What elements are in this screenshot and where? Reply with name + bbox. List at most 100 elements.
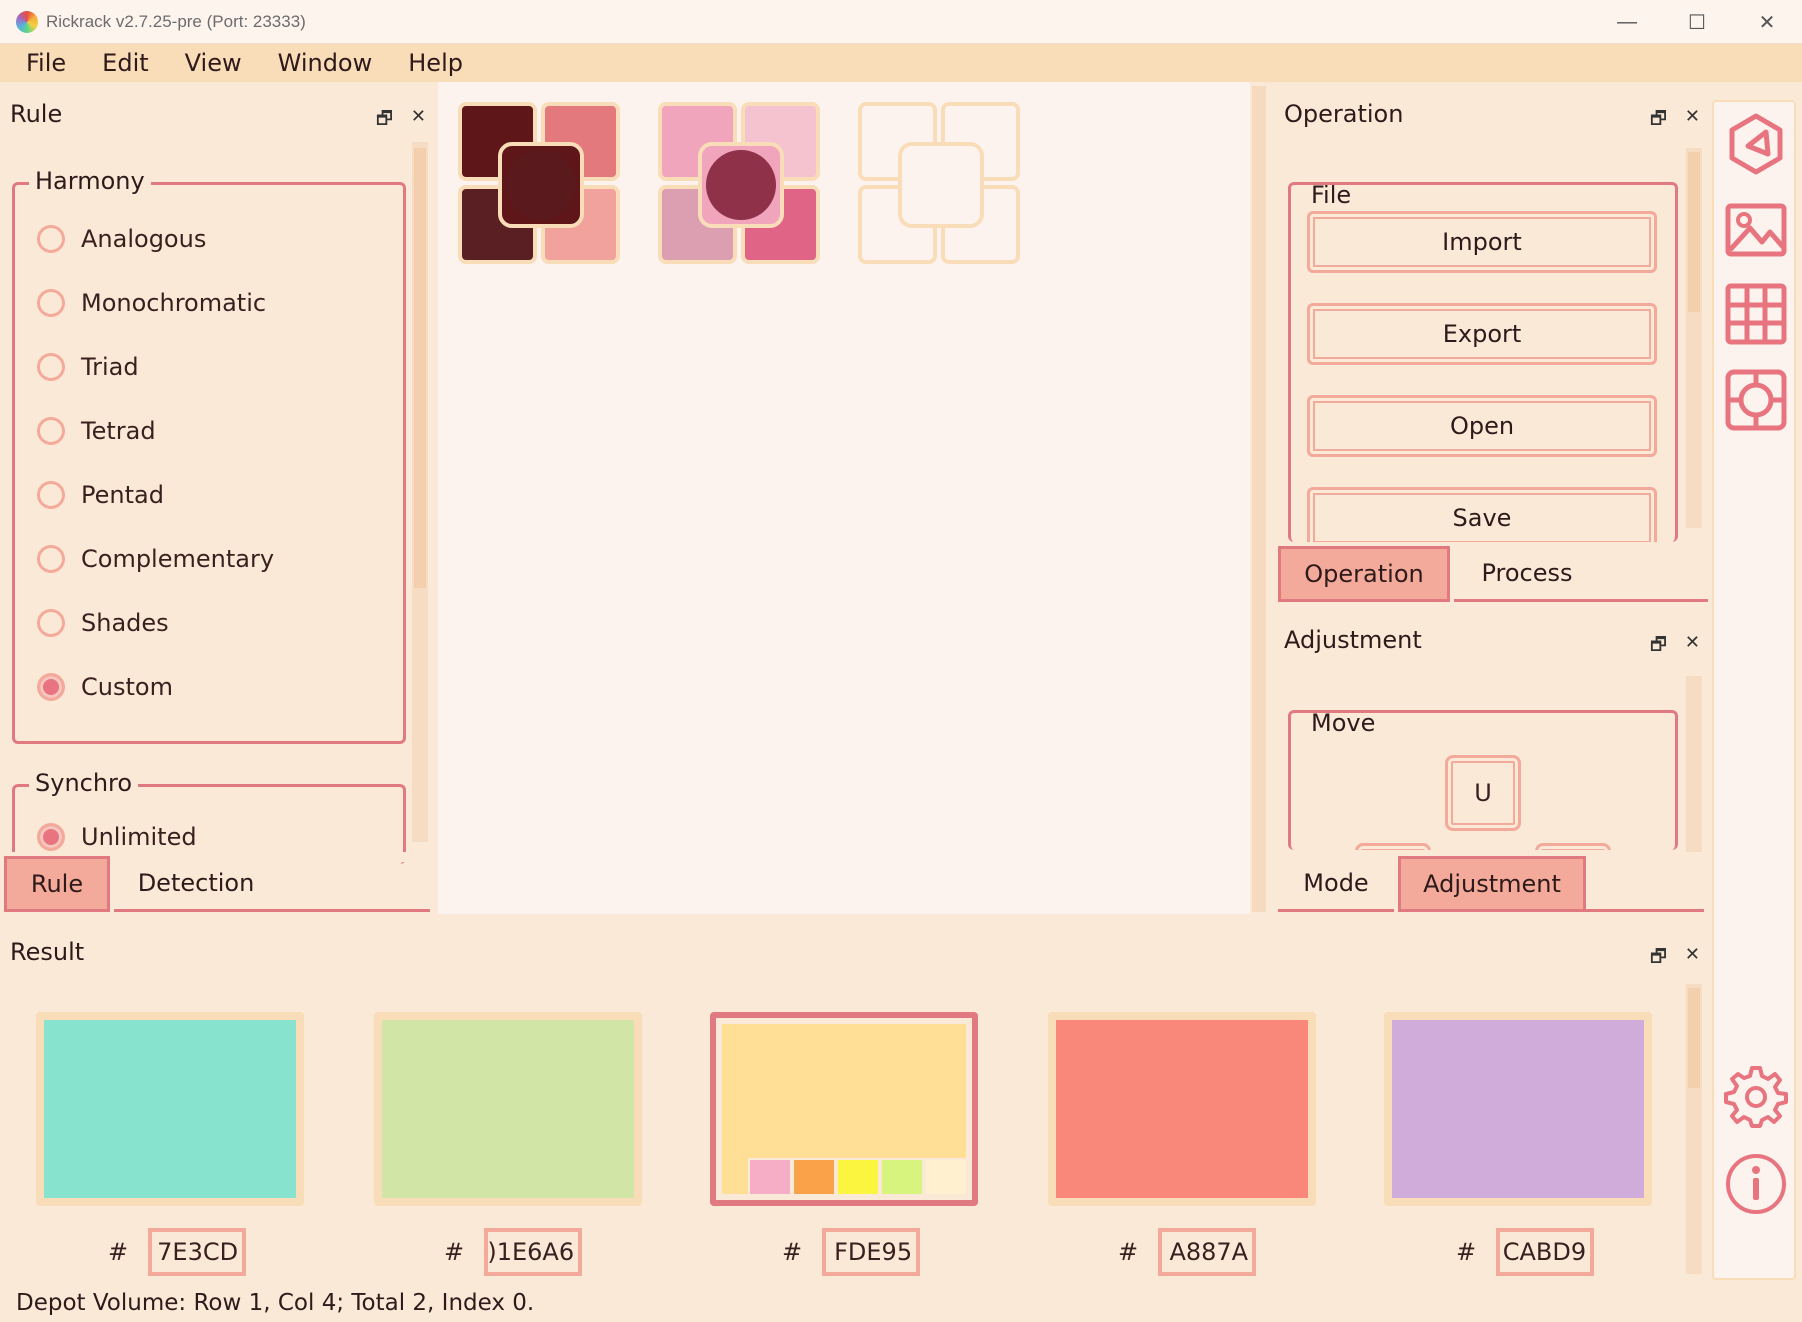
palette-center-dot: [506, 150, 576, 220]
hex-input[interactable]: 7E3CD: [148, 1228, 247, 1276]
radio-unlimited[interactable]: Unlimited: [37, 823, 197, 851]
mini-color-row: [748, 1158, 968, 1196]
radio-custom[interactable]: Custom: [37, 673, 173, 701]
hash-label: #: [782, 1238, 803, 1266]
radio-icon: [37, 673, 65, 701]
result-scrollbar-thumb[interactable]: [1688, 988, 1700, 1088]
mini-color[interactable]: [792, 1158, 836, 1196]
save-button[interactable]: Save: [1307, 487, 1657, 542]
mini-color[interactable]: [880, 1158, 924, 1196]
radio-monochromatic[interactable]: Monochromatic: [37, 289, 266, 317]
mini-color[interactable]: [748, 1158, 792, 1196]
operation-panel: Operation 🗗 ✕ File Import Export Open Sa…: [1270, 82, 1708, 602]
menu-window[interactable]: Window: [260, 49, 391, 77]
move-up-button[interactable]: U: [1445, 755, 1521, 831]
float-icon[interactable]: 🗗: [1650, 632, 1667, 662]
rule-panel-title: Rule: [10, 100, 63, 128]
tab-operation[interactable]: Operation: [1278, 546, 1450, 602]
color-swatch-2[interactable]: [374, 1012, 642, 1206]
close-icon[interactable]: ✕: [1685, 106, 1700, 136]
operation-scrollbar-thumb[interactable]: [1688, 152, 1700, 312]
grid-icon[interactable]: [1724, 282, 1788, 346]
tab-empty: [1600, 546, 1708, 602]
file-group-label: File: [1305, 185, 1358, 209]
radio-complementary[interactable]: Complementary: [37, 545, 274, 573]
depot-icon[interactable]: [1724, 368, 1788, 432]
hash-label: #: [1118, 1238, 1139, 1266]
wheel-icon[interactable]: [1724, 112, 1788, 176]
menu-file[interactable]: File: [8, 49, 84, 77]
status-bar: Depot Volume: Row 1, Col 4; Total 2, Ind…: [16, 1290, 535, 1316]
mini-color[interactable]: [924, 1158, 968, 1196]
radio-label: Monochromatic: [81, 289, 267, 317]
color-swatch-1[interactable]: [36, 1012, 304, 1206]
close-window-button[interactable]: ✕: [1732, 0, 1802, 44]
tab-empty: [278, 856, 430, 912]
hex-input[interactable]: CABD9: [1496, 1228, 1595, 1276]
menu-help[interactable]: Help: [390, 49, 481, 77]
hex-field-1: #7E3CD: [108, 1228, 247, 1276]
radio-triad[interactable]: Triad: [37, 353, 139, 381]
palette-2[interactable]: [658, 102, 824, 268]
hex-field-4: # A887A: [1118, 1228, 1257, 1276]
depot-area: [438, 82, 1250, 914]
result-panel-title: Result: [10, 938, 85, 966]
hash-label: #: [1456, 1238, 1477, 1266]
maximize-button[interactable]: ☐: [1662, 0, 1732, 44]
menu-edit[interactable]: Edit: [84, 49, 166, 77]
menu-view[interactable]: View: [167, 49, 260, 77]
close-icon[interactable]: ✕: [1685, 944, 1700, 974]
info-icon[interactable]: [1724, 1152, 1788, 1216]
hex-input[interactable]: A887A: [1158, 1228, 1257, 1276]
export-button[interactable]: Export: [1307, 303, 1657, 365]
float-icon[interactable]: 🗗: [1650, 944, 1667, 974]
hex-input[interactable]: )1E6A6: [484, 1228, 583, 1276]
radio-analogous[interactable]: Analogous: [37, 225, 206, 253]
move-right-button[interactable]: [1535, 843, 1611, 850]
hex-input[interactable]: FDE95: [822, 1228, 921, 1276]
harmony-group: Harmony Analogous Monochromatic Triad Te…: [12, 167, 406, 744]
close-icon[interactable]: ✕: [411, 106, 426, 136]
hash-label: #: [108, 1238, 129, 1266]
splitter[interactable]: [1252, 86, 1266, 912]
tab-rule[interactable]: Rule: [4, 856, 110, 912]
move-group: Move U: [1288, 710, 1678, 850]
radio-pentad[interactable]: Pentad: [37, 481, 164, 509]
color-swatch-3[interactable]: [710, 1012, 978, 1206]
image-icon[interactable]: [1724, 198, 1788, 262]
import-button[interactable]: Import: [1307, 211, 1657, 273]
palette-1[interactable]: [458, 102, 624, 268]
tab-detection[interactable]: Detection: [114, 856, 278, 912]
tab-process[interactable]: Process: [1454, 546, 1600, 602]
palette-center: [898, 142, 984, 228]
adjustment-scrollbar[interactable]: [1686, 676, 1702, 852]
harmony-label: Harmony: [29, 167, 151, 195]
adjustment-dock-buttons: 🗗 ✕: [1650, 632, 1700, 662]
mini-color[interactable]: [836, 1158, 880, 1196]
rule-scrollbar-thumb[interactable]: [414, 148, 426, 588]
hex-field-2: #)1E6A6: [444, 1228, 583, 1276]
minimize-button[interactable]: —: [1592, 0, 1662, 44]
tab-mode[interactable]: Mode: [1278, 856, 1394, 912]
hex-field-3: # FDE95: [782, 1228, 921, 1276]
palette-empty-slot[interactable]: [858, 102, 1024, 268]
close-icon[interactable]: ✕: [1685, 632, 1700, 662]
radio-icon: [37, 353, 65, 381]
float-icon[interactable]: 🗗: [376, 106, 393, 136]
float-icon[interactable]: 🗗: [1650, 106, 1667, 136]
radio-label: Triad: [81, 353, 139, 381]
open-button[interactable]: Open: [1307, 395, 1657, 457]
radio-icon: [37, 225, 65, 253]
operation-tabs: Operation Process: [1278, 546, 1708, 602]
radio-icon: [37, 823, 65, 851]
move-left-button[interactable]: [1355, 843, 1431, 850]
color-swatch-5[interactable]: [1384, 1012, 1652, 1206]
settings-icon[interactable]: [1724, 1064, 1788, 1128]
radio-tetrad[interactable]: Tetrad: [37, 417, 156, 445]
radio-icon: [37, 545, 65, 573]
color-swatch-4[interactable]: [1048, 1012, 1316, 1206]
tab-adjustment[interactable]: Adjustment: [1398, 856, 1586, 912]
move-group-label: Move: [1305, 713, 1382, 737]
operation-panel-title: Operation: [1284, 100, 1404, 128]
radio-shades[interactable]: Shades: [37, 609, 169, 637]
